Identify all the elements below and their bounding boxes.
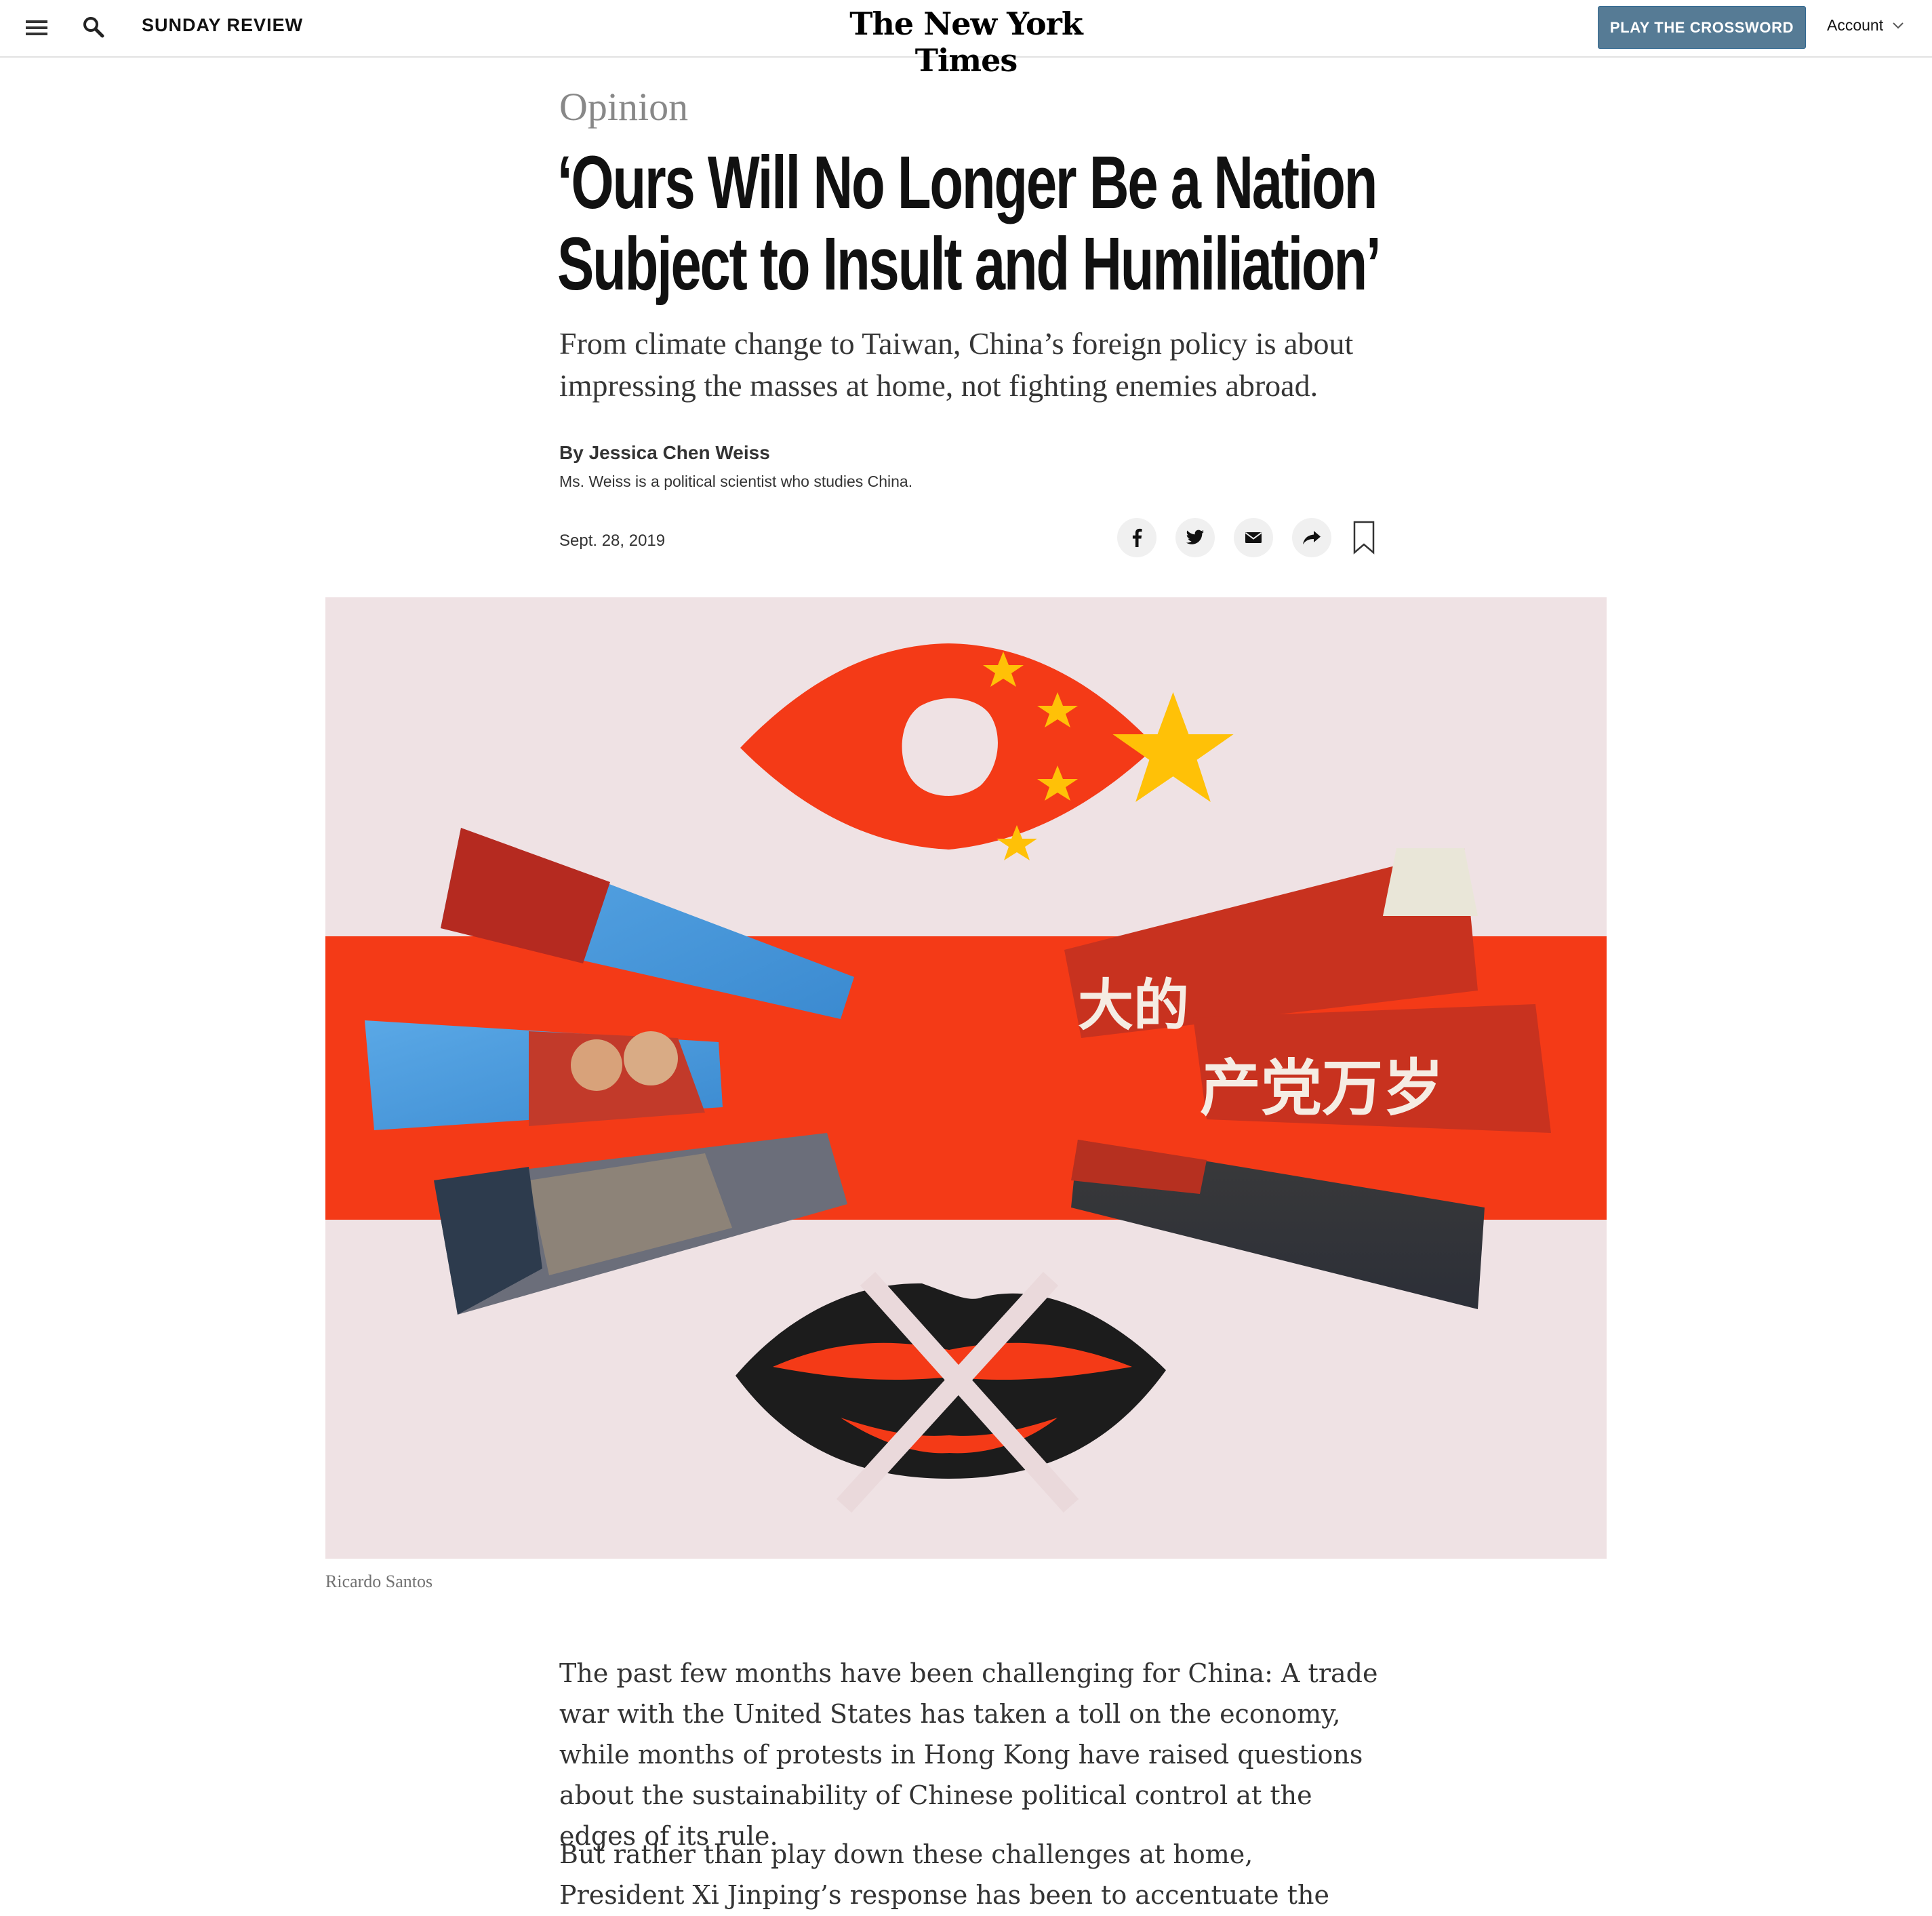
twitter-icon	[1186, 530, 1204, 544]
save-article-button[interactable]	[1352, 520, 1376, 555]
play-crossword-button[interactable]: PLAY THE CROSSWORD	[1598, 6, 1806, 49]
article-summary: From climate change to Taiwan, China’s f…	[559, 326, 1354, 403]
email-share-button[interactable]	[1234, 518, 1273, 557]
body-paragraph: But rather than play down these challeng…	[559, 1839, 1329, 1910]
account-menu[interactable]: Account	[1827, 16, 1904, 35]
banner-text-top: 大的	[1078, 974, 1189, 1038]
byline-prefix: By	[559, 442, 584, 463]
publish-date: Sept. 28, 2019	[559, 532, 666, 550]
bookmark-icon	[1353, 521, 1375, 555]
facebook-share-button[interactable]	[1117, 518, 1156, 557]
byline: By Jessica Chen Weiss	[559, 442, 770, 464]
email-icon	[1245, 532, 1262, 543]
crossed-out-lips	[736, 1271, 1166, 1513]
account-label: Account	[1827, 16, 1884, 34]
opinion-kicker[interactable]: Opinion	[559, 84, 688, 129]
headline-line-2: Subject to Insult and Humiliation’	[557, 222, 1382, 306]
nyt-logo[interactable]: The New York Times	[800, 5, 1132, 79]
headline-line-1: ‘Ours Will No Longer Be a Nation	[557, 141, 1377, 224]
flag-eye-shape	[740, 643, 1234, 860]
more-share-button[interactable]	[1292, 518, 1331, 557]
body-paragraph: The past few months have been challengin…	[559, 1658, 1378, 1851]
share-icon	[1303, 531, 1321, 544]
chevron-down-icon	[1893, 22, 1904, 28]
image-credit: Ricardo Santos	[325, 1572, 433, 1591]
article-headline: ‘Ours Will No Longer Be a Nation Subject…	[557, 141, 1382, 306]
author-bio: Ms. Weiss is a political scientist who s…	[559, 473, 913, 490]
facebook-icon	[1132, 528, 1142, 547]
hamburger-menu-icon[interactable]	[26, 18, 47, 35]
search-icon[interactable]	[81, 15, 106, 39]
twitter-share-button[interactable]	[1175, 518, 1215, 557]
top-navigation-bar: SUNDAY REVIEW The New York Times PLAY TH…	[0, 0, 1932, 79]
article-illustration: 大的 产党万岁	[325, 597, 1607, 1559]
author-link[interactable]: Jessica Chen Weiss	[589, 442, 770, 463]
banner-text-main: 产党万岁	[1200, 1053, 1444, 1124]
share-toolbar	[1117, 517, 1376, 559]
section-link-sunday-review[interactable]: SUNDAY REVIEW	[142, 15, 303, 36]
